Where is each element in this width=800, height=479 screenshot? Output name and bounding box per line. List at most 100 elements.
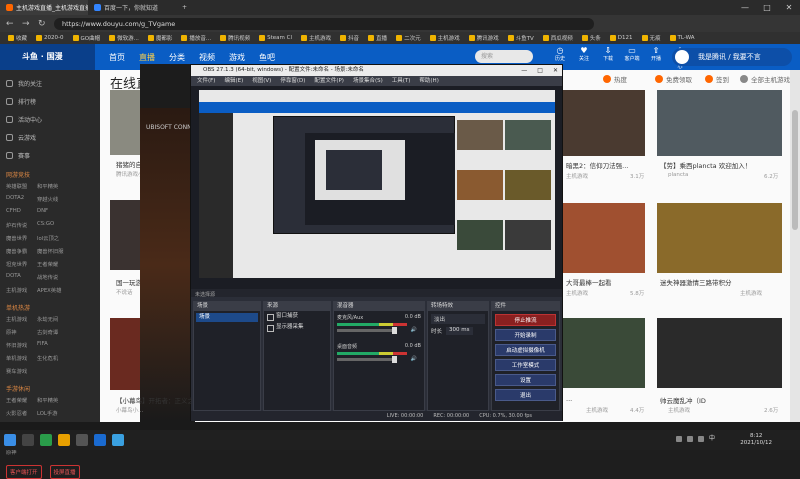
category-link[interactable]: 炉石传说 bbox=[6, 221, 33, 232]
back-icon[interactable]: ← bbox=[6, 19, 16, 29]
category-link[interactable]: 生化危机 bbox=[37, 354, 64, 365]
category-link[interactable]: lol云顶之 bbox=[37, 234, 64, 245]
nav-yuba[interactable]: 鱼吧 bbox=[259, 52, 275, 63]
settings-button[interactable]: 设置 bbox=[495, 374, 556, 386]
category-link[interactable]: LOL手游 bbox=[37, 409, 64, 420]
filter-free[interactable]: 免费领取 bbox=[655, 74, 692, 84]
minimize-icon[interactable]: — bbox=[521, 65, 527, 76]
category-link[interactable]: 和平精英 bbox=[37, 396, 64, 407]
category-link[interactable]: 英雄联盟 bbox=[6, 182, 33, 193]
card-thumbnail[interactable] bbox=[657, 318, 782, 388]
bookmark-item[interactable]: 二次元 bbox=[396, 34, 421, 42]
volume-icon[interactable] bbox=[698, 436, 704, 442]
speaker-icon[interactable]: 🔊 bbox=[411, 327, 417, 333]
sidebar-item-event[interactable]: 活动中心 bbox=[6, 110, 94, 128]
category-link[interactable]: 原神 bbox=[6, 328, 33, 339]
obs-menu-item[interactable]: 视图(V) bbox=[252, 76, 271, 86]
virtual-camera-button[interactable]: 启动虚拟摄像机 bbox=[495, 344, 556, 356]
transition-select[interactable]: 淡出 bbox=[431, 314, 485, 324]
obs-icon[interactable] bbox=[76, 434, 88, 446]
maximize-icon[interactable]: □ bbox=[756, 0, 778, 15]
obs-menu-item[interactable]: 编辑(E) bbox=[224, 76, 243, 86]
nav-game[interactable]: 游戏 bbox=[229, 52, 245, 63]
start-recording-button[interactable]: 开始录制 bbox=[495, 329, 556, 341]
card-thumbnail[interactable] bbox=[657, 203, 782, 273]
category-link[interactable]: 魔兽世界 bbox=[6, 234, 33, 245]
network-icon[interactable] bbox=[687, 436, 693, 442]
bookmark-item[interactable]: 西瓜视频 bbox=[542, 34, 573, 42]
open-client-button[interactable]: 客户端打开 bbox=[6, 465, 42, 479]
stop-streaming-button[interactable]: 停止推流 bbox=[495, 314, 556, 326]
category-link[interactable]: CFHD bbox=[6, 208, 33, 219]
card-title[interactable]: 【劳】乘西plancta 欢迎加入！ bbox=[660, 160, 780, 170]
card-title[interactable]: 【小幕鸟】开拓者：正义之... bbox=[116, 395, 192, 405]
sidebar-item-cloud[interactable]: 云游戏 bbox=[6, 128, 94, 146]
source-item[interactable]: 显示器采集 bbox=[264, 322, 330, 333]
scrollbar-thumb[interactable] bbox=[792, 110, 798, 230]
volume-slider[interactable] bbox=[337, 356, 397, 363]
category-link[interactable]: APEX英雄 bbox=[37, 286, 64, 297]
speaker-icon[interactable]: 🔊 bbox=[411, 356, 417, 362]
category-link[interactable]: FIFA bbox=[37, 341, 64, 352]
card-title[interactable]: 帅云魔乱冲（ID bbox=[660, 395, 760, 405]
app-icon[interactable] bbox=[112, 434, 124, 446]
search-input[interactable]: 搜索 bbox=[475, 50, 533, 63]
forward-icon[interactable]: → bbox=[22, 19, 32, 29]
obs-menu-item[interactable]: 文件(F) bbox=[197, 76, 215, 86]
filter-hot[interactable]: 热度 bbox=[603, 74, 627, 84]
category-link[interactable]: DNF bbox=[37, 208, 64, 219]
category-link[interactable]: 和平精英 bbox=[37, 182, 64, 193]
scene-item[interactable]: 场景 bbox=[196, 313, 258, 322]
bookmark-item[interactable]: 直播 bbox=[368, 34, 387, 42]
bookmark-item[interactable]: 斗鱼TV bbox=[507, 34, 534, 42]
card-title[interactable]: 迷失神器激情三路带积分 bbox=[660, 277, 780, 287]
bookmark-item[interactable]: 腾讯游戏 bbox=[468, 34, 499, 42]
bookmark-item[interactable]: 微软游... bbox=[109, 34, 139, 42]
close-icon[interactable]: ✕ bbox=[778, 0, 800, 15]
browser-tab-baidu[interactable]: 百度一下，你就知道 bbox=[88, 0, 176, 15]
reload-icon[interactable]: ↻ bbox=[38, 19, 48, 29]
category-link[interactable]: 主机游戏 bbox=[6, 315, 33, 326]
filter-signin[interactable]: 签到 bbox=[705, 74, 729, 84]
obs-menu-item[interactable]: 帮助(H) bbox=[419, 76, 438, 86]
nav-category[interactable]: 分类 bbox=[169, 52, 185, 63]
category-link[interactable]: 单机游戏 bbox=[6, 354, 33, 365]
category-link[interactable]: CS:GO bbox=[37, 221, 64, 232]
card-thumbnail[interactable] bbox=[563, 90, 645, 156]
category-link[interactable]: 穿越火线 bbox=[37, 195, 64, 206]
obs-menu-item[interactable]: 工具(T) bbox=[392, 76, 411, 86]
bookmark-item[interactable]: D121 bbox=[609, 35, 633, 41]
category-link[interactable]: DOTA2 bbox=[6, 195, 33, 206]
chrome-icon[interactable] bbox=[40, 434, 52, 446]
bookmark-item[interactable]: 抖音 bbox=[340, 34, 359, 42]
category-link[interactable]: 王者荣耀 bbox=[37, 260, 64, 271]
card-thumbnail[interactable] bbox=[563, 203, 645, 273]
ime-icon[interactable]: 中 bbox=[709, 436, 715, 442]
nav-home[interactable]: 首页 bbox=[109, 52, 125, 63]
sidebar-item-follow[interactable]: 我的关注 bbox=[6, 74, 94, 92]
start-icon[interactable] bbox=[4, 434, 16, 446]
bookmark-item[interactable]: TL-WA bbox=[669, 35, 695, 41]
clock[interactable]: 8:12 2021/10/12 bbox=[740, 433, 772, 447]
category-link[interactable]: DOTA bbox=[6, 273, 33, 284]
folder-icon[interactable] bbox=[58, 434, 70, 446]
close-icon[interactable]: ✕ bbox=[553, 65, 558, 76]
download-button[interactable]: ⇩ 下载 bbox=[600, 47, 616, 71]
bookmark-item[interactable]: 2020-0 bbox=[36, 35, 64, 41]
category-link[interactable]: 王者荣耀 bbox=[6, 396, 33, 407]
site-logo[interactable]: 斗鱼 · 国漫 bbox=[0, 44, 95, 70]
bookmark-item[interactable]: 收藏 bbox=[8, 34, 27, 42]
edge-icon[interactable] bbox=[94, 434, 106, 446]
nav-live[interactable]: 直播 bbox=[139, 52, 155, 63]
bookmark-item[interactable]: GO曲帽 bbox=[72, 34, 100, 42]
follow-button[interactable]: ♥ 关注 bbox=[576, 47, 592, 71]
card-title[interactable]: ... bbox=[566, 395, 644, 403]
search-icon[interactable] bbox=[22, 434, 34, 446]
category-link[interactable]: 怀旧游戏 bbox=[6, 341, 33, 352]
tray-icon[interactable] bbox=[676, 436, 682, 442]
browser-tab-douyu[interactable]: 主机游戏直播_主机游戏直播... bbox=[0, 0, 88, 15]
bookmark-item[interactable]: 播放音... bbox=[181, 34, 211, 42]
category-link[interactable]: 魔兽争霸 bbox=[6, 247, 33, 258]
volume-slider[interactable] bbox=[337, 327, 397, 334]
category-link[interactable]: 古剑奇谭 bbox=[37, 328, 64, 339]
